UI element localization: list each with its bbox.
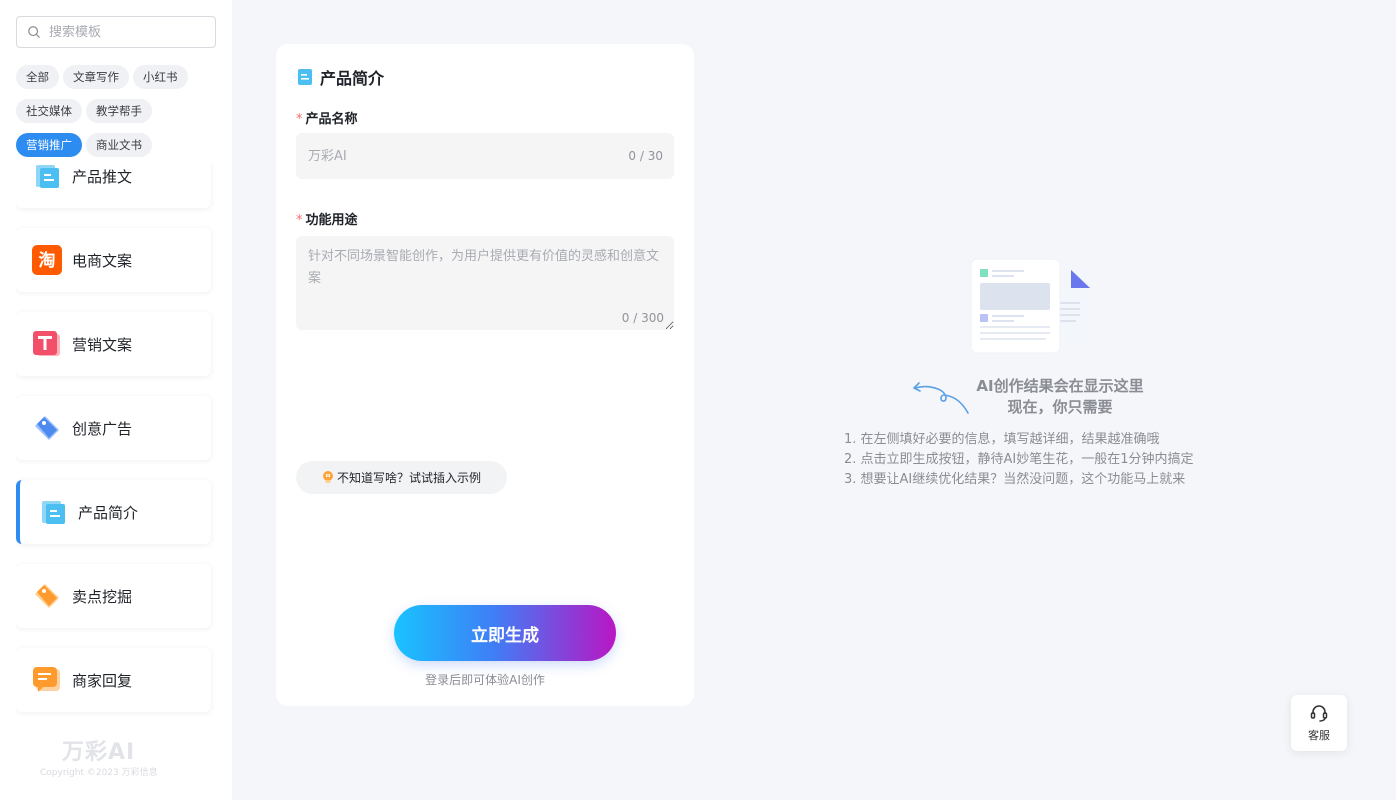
tag-teaching-helper[interactable]: 教学帮手 [86, 99, 152, 123]
product-name-field: 0 / 30 [296, 133, 674, 179]
search-box[interactable] [16, 16, 216, 48]
template-card-marketing-copy[interactable]: 营销文案 [16, 312, 211, 376]
function-use-label-text: 功能用途 [305, 213, 358, 228]
template-card-label: 产品推文 [72, 167, 133, 186]
document-icon [298, 69, 312, 85]
text-t-icon [32, 329, 62, 359]
customer-service-button[interactable]: 客服 [1291, 695, 1347, 751]
function-use-label: * 功能用途 [296, 209, 358, 228]
tag-xiaohongshu[interactable]: 小红书 [133, 65, 188, 89]
copyright: Copyright ©2023 万彩信息 [40, 768, 158, 778]
bulb-icon [323, 471, 333, 483]
empty-result-title-line1: AI创作结果会在显示这里 [976, 377, 1144, 395]
template-card-creative-ad[interactable]: 创意广告 [16, 396, 211, 460]
template-card-ecommerce-copy[interactable]: 淘 电商文案 [16, 228, 211, 292]
template-card-product-intro[interactable]: 产品简介 [16, 480, 211, 544]
form-panel: 产品简介 *产品名称 0 / 30 *功能用途 0 / 300 不知道写啥？试试… [276, 44, 694, 706]
headset-icon [1310, 705, 1328, 722]
form-title-text: 产品简介 [320, 69, 385, 88]
template-card-product-tweet[interactable]: 产品推文 [16, 164, 211, 208]
empty-result-illustration [970, 258, 1090, 354]
tag-marketing[interactable]: 营销推广 [16, 133, 82, 157]
empty-result-title: AI创作结果会在显示这里 现在，你只需要 [940, 376, 1180, 418]
function-use-textarea[interactable] [296, 236, 674, 330]
instruction-step: 1. 在左侧填好必要的信息，填写越详细，结果越准确哦 [844, 432, 1160, 447]
template-card-label: 商家回复 [72, 671, 133, 690]
insert-example-label: 不知道写啥？试试插入示例 [337, 471, 482, 485]
instruction-step: 3. 想要让AI继续优化结果？当然没问题，这个功能马上就来 [844, 472, 1186, 487]
product-name-label: * 产品名称 [296, 108, 358, 127]
tag-all[interactable]: 全部 [16, 65, 59, 89]
product-name-label-text: 产品名称 [305, 112, 358, 127]
category-tags: 全部 文章写作 小红书 社交媒体 教学帮手 营销推广 商业文书 [16, 65, 221, 157]
search-icon [28, 26, 40, 38]
function-use-counter: 0 / 300 [621, 311, 664, 325]
tag-business-docs[interactable]: 商业文书 [86, 133, 152, 157]
search-input[interactable] [49, 24, 209, 40]
required-mark: * [296, 213, 303, 228]
required-mark: * [296, 112, 303, 127]
sidebar: 全部 文章写作 小红书 社交媒体 教学帮手 营销推广 商业文书 产品推文 淘 电… [0, 0, 232, 800]
svg-text:淘: 淘 [39, 250, 56, 271]
template-card-selling-points[interactable]: 卖点挖掘 [16, 564, 211, 628]
product-name-counter: 0 / 30 [628, 149, 663, 163]
brand-logo: 万彩AI [62, 740, 136, 765]
tag-icon [32, 581, 62, 611]
instruction-step: 2. 点击立即生成按钮，静待AI妙笔生花，一般在1分钟内搞定 [844, 452, 1194, 467]
tag-icon [32, 413, 62, 443]
product-name-input[interactable] [296, 133, 674, 179]
tag-social-media[interactable]: 社交媒体 [16, 99, 82, 123]
taobao-icon: 淘 [32, 245, 62, 275]
template-card-label: 创意广告 [72, 419, 133, 438]
template-list[interactable]: 产品推文 淘 电商文案 营销文案 创意广告 产品简介 卖点挖掘 商家回复 [16, 164, 216, 716]
form-title: 产品简介 [298, 65, 384, 89]
template-card-label: 产品简介 [78, 503, 139, 522]
generate-button[interactable]: 立即生成 [394, 605, 616, 661]
template-card-merchant-reply[interactable]: 商家回复 [16, 648, 211, 712]
document-icon [38, 497, 68, 527]
instruction-steps: 1. 在左侧填好必要的信息，填写越详细，结果越准确哦 2. 点击立即生成按钮，静… [844, 430, 1194, 490]
chat-icon [32, 665, 62, 695]
empty-result-title-line2: 现在，你只需要 [1007, 398, 1113, 416]
template-card-label: 营销文案 [72, 335, 133, 354]
template-card-label: 卖点挖掘 [72, 587, 133, 606]
insert-example-button[interactable]: 不知道写啥？试试插入示例 [296, 461, 508, 494]
generate-hint: 登录后即可体验AI创作 [425, 673, 545, 687]
customer-service-label: 客服 [1308, 729, 1330, 742]
document-icon [32, 164, 62, 191]
template-card-label: 电商文案 [72, 251, 133, 270]
function-use-field: 0 / 300 [296, 236, 674, 330]
tag-article-writing[interactable]: 文章写作 [63, 65, 129, 89]
